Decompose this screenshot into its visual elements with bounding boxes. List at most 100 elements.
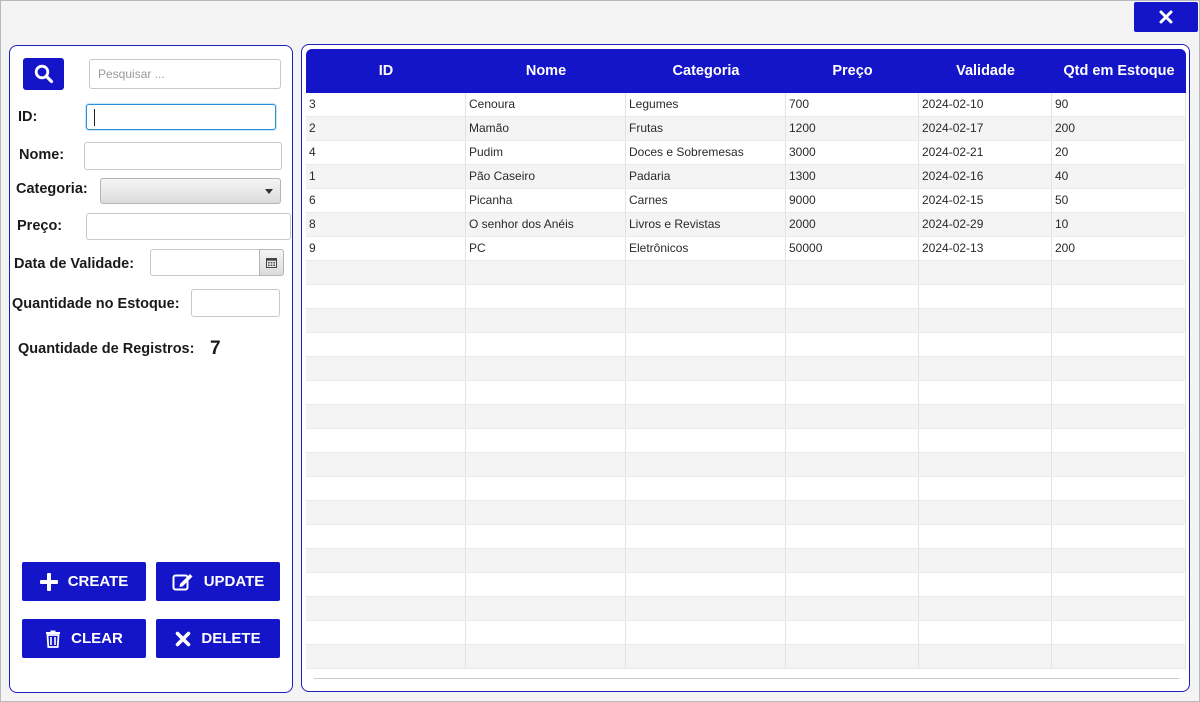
column-header-validade[interactable]: Validade bbox=[919, 49, 1052, 93]
table-cell-qtd-estoque bbox=[1052, 405, 1186, 428]
column-header-categoria[interactable]: Categoria bbox=[626, 49, 786, 93]
table-cell-nome: Pudim bbox=[466, 141, 626, 164]
table-row[interactable] bbox=[306, 309, 1186, 333]
categoria-label: Categoria: bbox=[16, 181, 88, 197]
table-row[interactable] bbox=[306, 549, 1186, 573]
table-cell-validade bbox=[919, 525, 1052, 548]
column-header-qtd-estoque[interactable]: Qtd em Estoque bbox=[1052, 49, 1186, 93]
table-cell-categoria bbox=[626, 477, 786, 500]
table-row[interactable] bbox=[306, 381, 1186, 405]
registros-label: Quantidade de Registros: bbox=[18, 341, 195, 357]
table-row[interactable]: 9 PC Eletrônicos 50000 2024-02-13 200 bbox=[306, 237, 1186, 261]
column-header-nome[interactable]: Nome bbox=[466, 49, 626, 93]
table-row[interactable]: 3 Cenoura Legumes 700 2024-02-10 90 bbox=[306, 93, 1186, 117]
table-cell-id bbox=[306, 573, 466, 596]
table-row[interactable]: 2 Mamão Frutas 1200 2024-02-17 200 bbox=[306, 117, 1186, 141]
table-cell-preco bbox=[786, 357, 919, 380]
search-input[interactable] bbox=[89, 59, 281, 89]
validade-date-field[interactable] bbox=[150, 249, 260, 276]
table-cell-categoria bbox=[626, 381, 786, 404]
table-row[interactable] bbox=[306, 645, 1186, 669]
table-cell-validade bbox=[919, 501, 1052, 524]
estoque-field[interactable] bbox=[191, 289, 280, 317]
table-cell-preco bbox=[786, 525, 919, 548]
table-row[interactable] bbox=[306, 453, 1186, 477]
table-cell-categoria: Eletrônicos bbox=[626, 237, 786, 260]
table-row[interactable] bbox=[306, 573, 1186, 597]
calendar-icon bbox=[266, 257, 277, 268]
table-cell-preco bbox=[786, 477, 919, 500]
table-row[interactable] bbox=[306, 357, 1186, 381]
table-row[interactable]: 4 Pudim Doces e Sobremesas 3000 2024-02-21 20 bbox=[306, 141, 1186, 165]
table-row[interactable] bbox=[306, 597, 1186, 621]
table-row[interactable] bbox=[306, 261, 1186, 285]
table-cell-validade bbox=[919, 453, 1052, 476]
delete-button[interactable]: DELETE bbox=[156, 619, 280, 658]
id-label: ID: bbox=[18, 109, 38, 125]
table-cell-id: 3 bbox=[306, 93, 466, 116]
create-button[interactable]: CREATE bbox=[22, 562, 146, 601]
table-cell-categoria bbox=[626, 405, 786, 428]
table-cell-qtd-estoque bbox=[1052, 333, 1186, 356]
table-cell-nome bbox=[466, 549, 626, 572]
table-cell-qtd-estoque: 200 bbox=[1052, 237, 1186, 260]
table-row[interactable] bbox=[306, 333, 1186, 357]
close-window-button[interactable] bbox=[1134, 2, 1198, 32]
table-cell-categoria: Frutas bbox=[626, 117, 786, 140]
table-row[interactable] bbox=[306, 405, 1186, 429]
table-row[interactable]: 6 Picanha Carnes 9000 2024-02-15 50 bbox=[306, 189, 1186, 213]
table-cell-qtd-estoque bbox=[1052, 381, 1186, 404]
horizontal-scrollbar[interactable] bbox=[314, 678, 1179, 679]
table-cell-validade: 2024-02-21 bbox=[919, 141, 1052, 164]
table-cell-nome: Pão Caseiro bbox=[466, 165, 626, 188]
table-cell-nome bbox=[466, 381, 626, 404]
column-header-preco[interactable]: Preço bbox=[786, 49, 919, 93]
table-cell-qtd-estoque bbox=[1052, 309, 1186, 332]
table-row[interactable] bbox=[306, 429, 1186, 453]
chevron-down-icon bbox=[265, 189, 273, 194]
table-cell-categoria bbox=[626, 453, 786, 476]
table-cell-preco bbox=[786, 501, 919, 524]
table-cell-id bbox=[306, 405, 466, 428]
search-button[interactable] bbox=[23, 58, 64, 90]
table-cell-qtd-estoque bbox=[1052, 549, 1186, 572]
table-cell-preco: 700 bbox=[786, 93, 919, 116]
estoque-label: Quantidade no Estoque: bbox=[12, 296, 180, 312]
table-row[interactable] bbox=[306, 285, 1186, 309]
date-picker-button[interactable] bbox=[259, 249, 284, 276]
update-button[interactable]: UPDATE bbox=[156, 562, 280, 601]
table-cell-id bbox=[306, 621, 466, 644]
table-cell-qtd-estoque bbox=[1052, 501, 1186, 524]
id-field[interactable] bbox=[86, 104, 276, 130]
table-body[interactable]: 3 Cenoura Legumes 700 2024-02-10 90 2 Mamão Frut… bbox=[306, 93, 1186, 677]
nome-field[interactable] bbox=[84, 142, 282, 170]
table-cell-id bbox=[306, 525, 466, 548]
table-row[interactable] bbox=[306, 525, 1186, 549]
table-cell-qtd-estoque bbox=[1052, 357, 1186, 380]
table-cell-validade bbox=[919, 573, 1052, 596]
table-cell-nome bbox=[466, 573, 626, 596]
table-cell-categoria bbox=[626, 429, 786, 452]
table-row[interactable]: 1 Pão Caseiro Padaria 1300 2024-02-16 40 bbox=[306, 165, 1186, 189]
table-cell-nome bbox=[466, 357, 626, 380]
table-row[interactable] bbox=[306, 621, 1186, 645]
table-header: ID Nome Categoria Preço Validade Qtd em Estoq… bbox=[306, 49, 1186, 93]
table-cell-validade: 2024-02-16 bbox=[919, 165, 1052, 188]
table-row[interactable] bbox=[306, 501, 1186, 525]
categoria-select[interactable] bbox=[100, 178, 281, 204]
table-cell-nome bbox=[466, 645, 626, 668]
table-cell-validade: 2024-02-17 bbox=[919, 117, 1052, 140]
table-cell-id bbox=[306, 429, 466, 452]
table-cell-preco bbox=[786, 429, 919, 452]
table-row[interactable] bbox=[306, 477, 1186, 501]
clear-button[interactable]: CLEAR bbox=[22, 619, 146, 658]
column-header-id[interactable]: ID bbox=[306, 49, 466, 93]
table-cell-validade bbox=[919, 285, 1052, 308]
table-cell-preco bbox=[786, 549, 919, 572]
preco-field[interactable] bbox=[86, 213, 291, 240]
table-cell-validade bbox=[919, 333, 1052, 356]
table-row[interactable]: 8O senhor dos Anéis Livros e Revistas 2000… bbox=[306, 213, 1186, 237]
text-caret bbox=[94, 109, 95, 126]
table-cell-preco bbox=[786, 405, 919, 428]
table-cell-validade bbox=[919, 477, 1052, 500]
